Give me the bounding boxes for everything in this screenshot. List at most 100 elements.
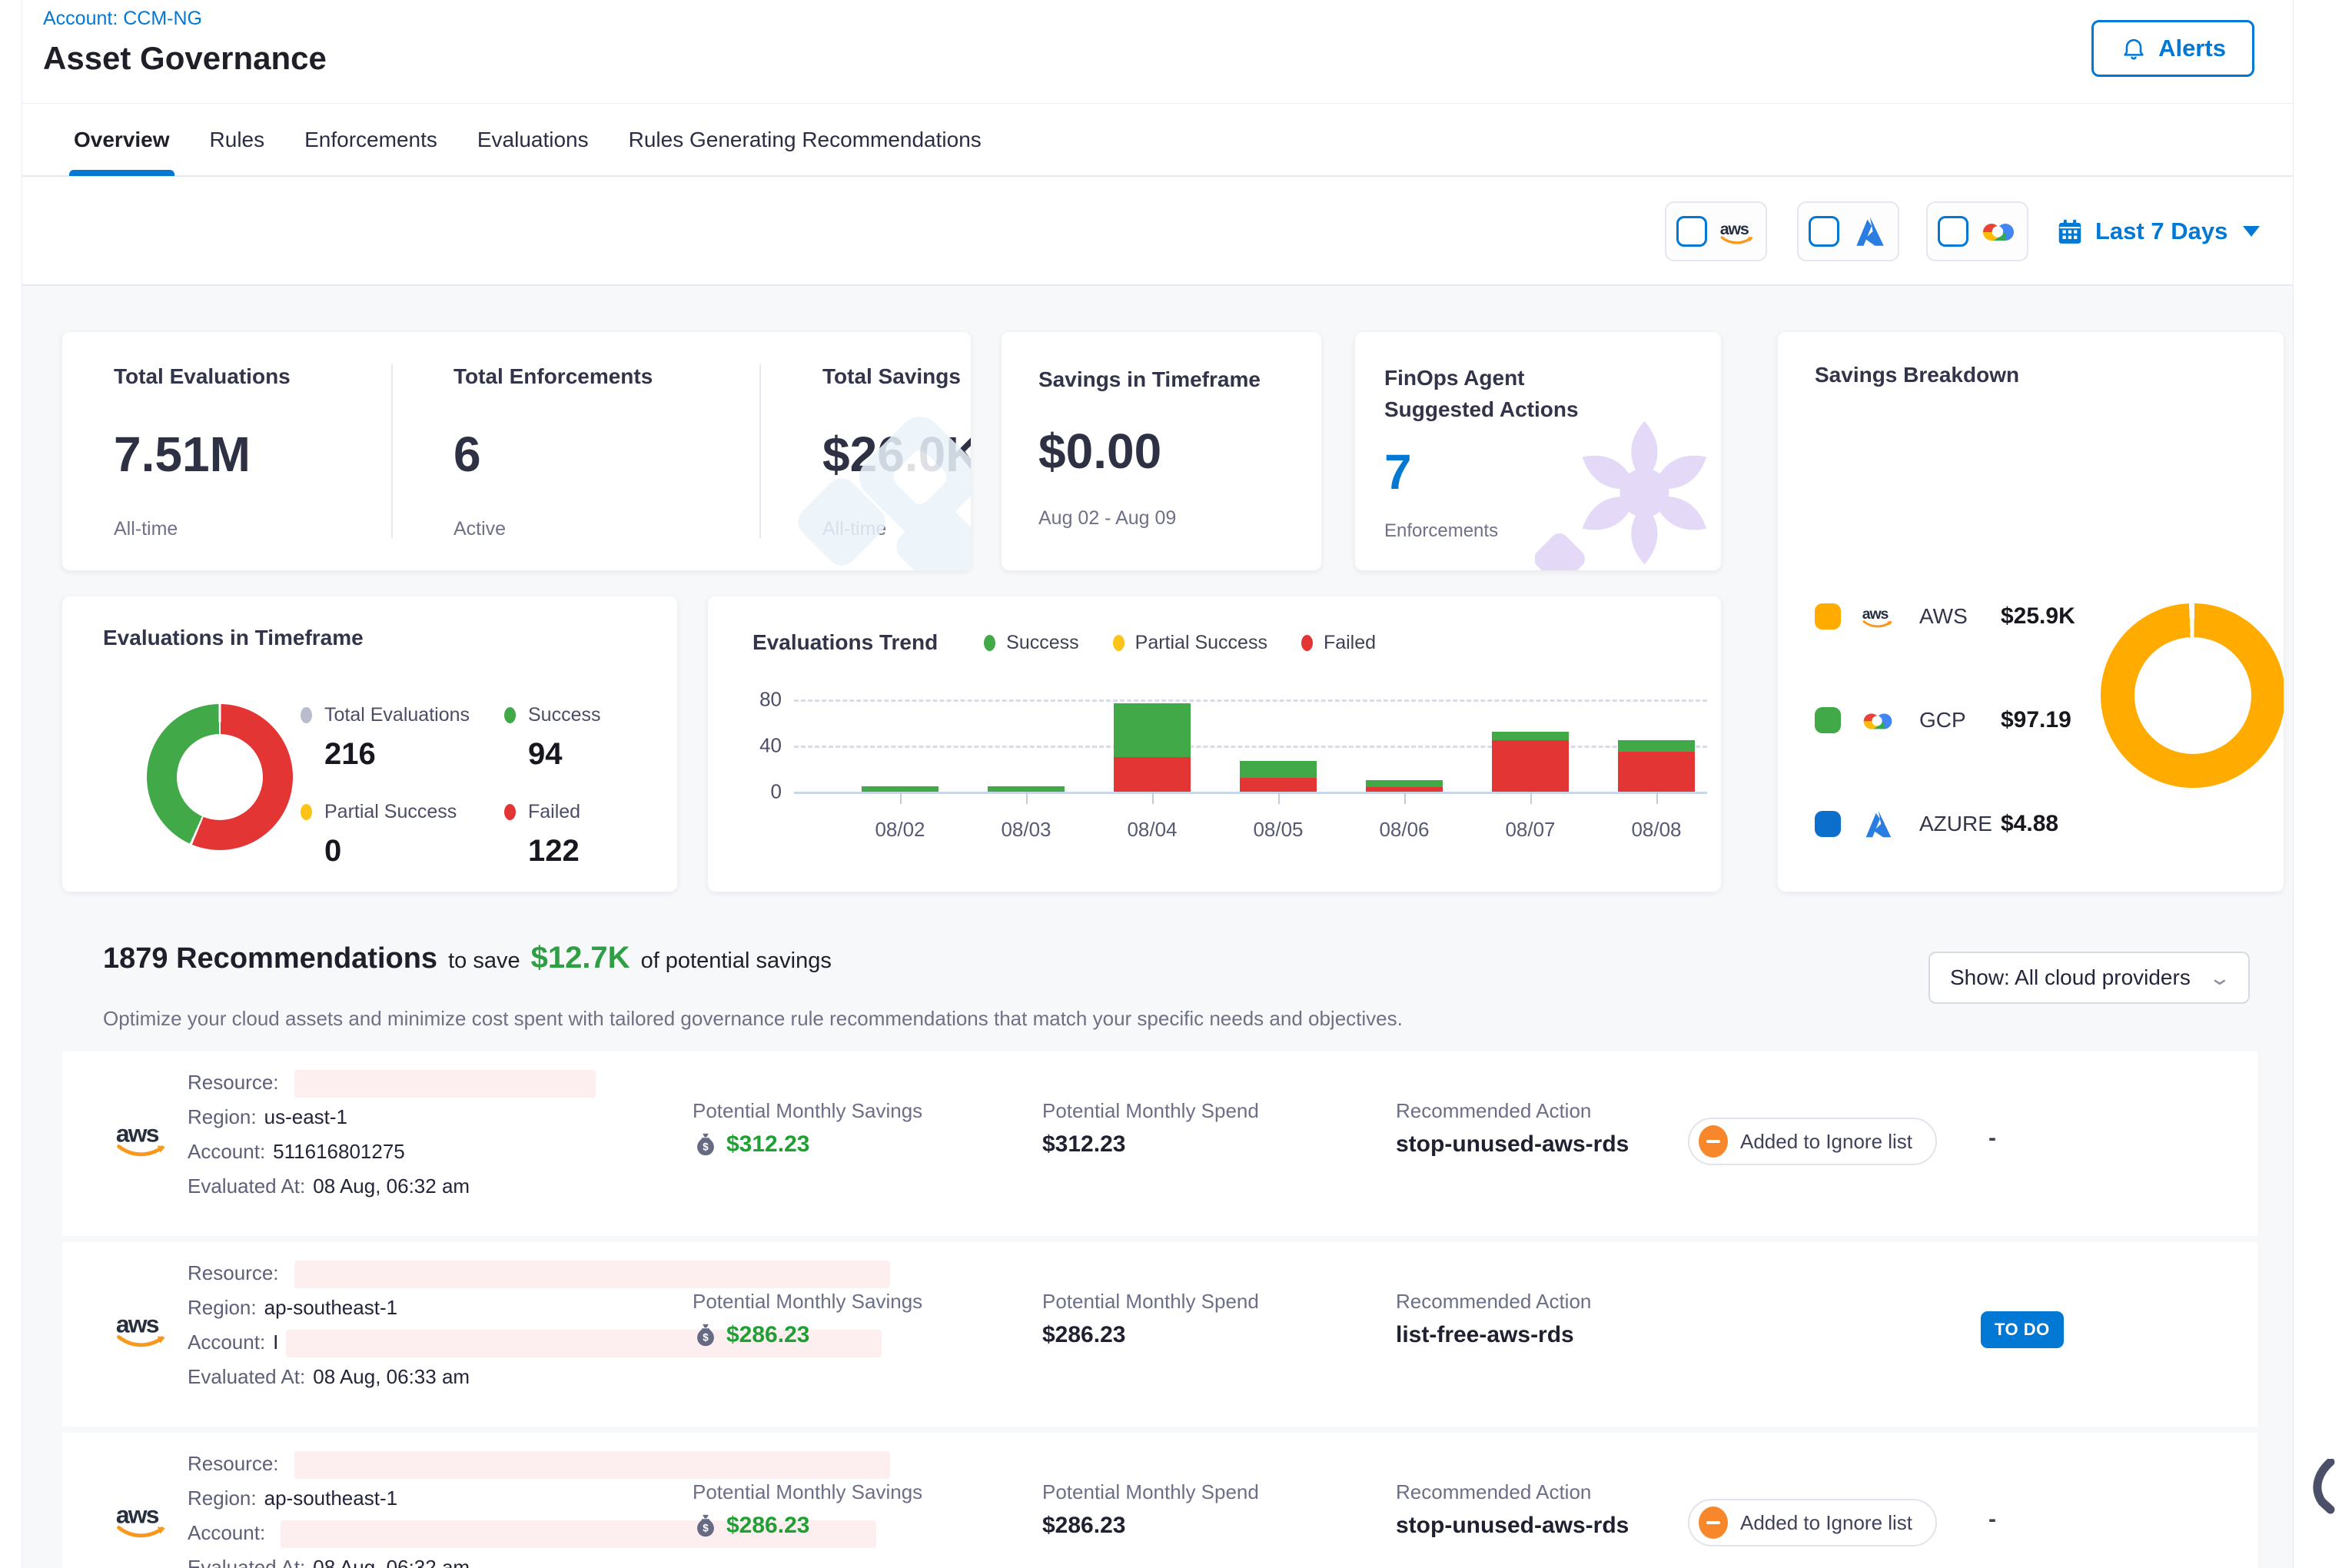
axis-baseline xyxy=(794,792,1707,794)
trend-bar-08-05 xyxy=(1240,699,1317,792)
provider-name: GCP xyxy=(1919,708,1993,733)
success-segment xyxy=(988,786,1065,792)
recommendation-row[interactable]: awsResource:Region:ap-southeast-1Account… xyxy=(62,1433,2257,1568)
recommendation-row[interactable]: awsResource:Region:us-east-1Account:5116… xyxy=(62,1051,2257,1236)
card-title: Evaluations Trend xyxy=(752,630,938,655)
evaluated-at-label: Evaluated At: xyxy=(188,1174,305,1198)
legend-label: Failed xyxy=(528,801,580,823)
tab-enforcements[interactable]: Enforcements xyxy=(304,103,437,176)
success-segment xyxy=(1366,780,1443,787)
account-breadcrumb[interactable]: Account: CCM-NG xyxy=(43,8,202,30)
stat-title: Total Evaluations xyxy=(114,364,391,389)
gcp-logo xyxy=(1979,218,2018,245)
gcp-color-swatch xyxy=(1815,707,1841,733)
recommendations-count-word: Recommendations xyxy=(176,942,437,975)
potential-monthly-savings-column-label: Potential Monthly Savings xyxy=(693,1099,922,1123)
provider-filter-gcp[interactable] xyxy=(1926,201,2028,261)
savings-breakdown-donut-chart xyxy=(2101,603,2284,788)
account-label: Account: xyxy=(188,1521,265,1544)
alerts-button-label: Alerts xyxy=(2158,35,2226,62)
evaluated-at-value: 08 Aug, 06:33 am xyxy=(313,1365,470,1388)
account-label: Account: xyxy=(188,1140,265,1163)
breakdown-row-gcp: GCP $97.19 xyxy=(1815,703,2071,737)
tab-rules-generating-recommendations[interactable]: Rules Generating Recommendations xyxy=(629,103,982,176)
azure-color-swatch xyxy=(1815,811,1841,837)
ignore-list-pill[interactable]: Added to Ignore list xyxy=(1688,1118,1937,1165)
trend-legend-success: Success xyxy=(984,632,1078,654)
legend-label: Failed xyxy=(1324,632,1376,654)
recommendations-heading: 1879 Recommendations to save $12.7K of p… xyxy=(103,941,832,975)
breakdown-row-aws: awsAWS$25.9K xyxy=(1815,600,2075,633)
azure-logo xyxy=(1856,806,1899,842)
card-title: Evaluations in Timeframe xyxy=(103,626,364,650)
recommendation-row[interactable]: awsResource:Region:ap-southeast-1Account… xyxy=(62,1242,2257,1427)
potential-monthly-spend-value: $286.23 xyxy=(1042,1322,1125,1348)
region-label: Region: xyxy=(188,1105,257,1128)
legend-label: Partial Success xyxy=(1135,632,1267,654)
provider-filter-azure[interactable] xyxy=(1797,201,1899,261)
evaluated-at-value: 08 Aug, 06:32 am xyxy=(313,1556,470,1568)
card-title: Savings Breakdown xyxy=(1815,363,2019,387)
x-axis-tick xyxy=(1026,792,1028,804)
tab-evaluations[interactable]: Evaluations xyxy=(477,103,589,176)
recommended-action-column-label: Recommended Action xyxy=(1396,1290,1591,1314)
chevron-down-icon xyxy=(2243,226,2260,237)
x-axis-tick xyxy=(1278,792,1280,804)
aws-logo: aws xyxy=(1856,605,1899,628)
provider-savings-value: $25.9K xyxy=(2001,603,2075,630)
potential-monthly-savings-column-label: Potential Monthly Savings xyxy=(693,1480,922,1504)
stat-caption: Active xyxy=(453,518,759,540)
svg-text:$: $ xyxy=(703,1141,709,1153)
aws-checkbox[interactable] xyxy=(1676,216,1707,247)
potential-monthly-spend-column-label: Potential Monthly Spend xyxy=(1042,1290,1259,1314)
evaluated-at-value: 08 Aug, 06:32 am xyxy=(313,1174,470,1198)
potential-monthly-spend-column-label: Potential Monthly Spend xyxy=(1042,1099,1259,1123)
money-bag-icon: $ xyxy=(693,1131,719,1158)
tab-overview[interactable]: Overview xyxy=(74,103,170,176)
legend-label: Total Evaluations xyxy=(324,704,470,726)
svg-text:$: $ xyxy=(703,1332,709,1344)
evaluated-at-label: Evaluated At: xyxy=(188,1556,305,1568)
provider-filter-aws[interactable]: aws xyxy=(1665,201,1767,261)
success-segment xyxy=(1114,703,1191,758)
gcp-checkbox[interactable] xyxy=(1938,216,1968,247)
failed-segment xyxy=(1114,757,1191,792)
legend-value: 122 xyxy=(528,834,677,869)
recommended-action-value: stop-unused-aws-rds xyxy=(1396,1131,1629,1158)
filter-bar: aws Last 7 Days xyxy=(22,178,2293,286)
eval-legend-failed: Failed 122 xyxy=(504,801,677,869)
money-bag-icon: $ xyxy=(693,1513,719,1539)
region-value: ap-southeast-1 xyxy=(264,1487,397,1510)
azure-checkbox[interactable] xyxy=(1809,216,1839,247)
date-range-picker[interactable]: Last 7 Days xyxy=(2055,201,2260,261)
resource-redacted-value xyxy=(294,1070,596,1098)
failed-segment xyxy=(1618,752,1695,792)
evaluations-donut-chart xyxy=(147,704,293,850)
calendar-icon xyxy=(2055,217,2085,246)
stat-total-enforcements: Total Enforcements6Active xyxy=(391,364,759,538)
x-axis-tick xyxy=(900,792,902,804)
alerts-button[interactable]: Alerts xyxy=(2091,20,2254,77)
x-axis-tick xyxy=(1656,792,1658,804)
eval-legend-success: Success94 xyxy=(504,704,677,772)
aws-logo: aws xyxy=(1718,219,1756,244)
potential-monthly-spend-column-label: Potential Monthly Spend xyxy=(1042,1480,1259,1504)
asset-governance-app: Account: CCM-NG Asset Governance Alerts … xyxy=(22,0,2294,1568)
tab-rules[interactable]: Rules xyxy=(210,103,265,176)
ignore-list-pill[interactable]: Added to Ignore list xyxy=(1688,1499,1937,1546)
finops-caption: Enforcements xyxy=(1384,520,1692,542)
diamonds-watermark-icon xyxy=(763,397,971,570)
eval-legend-total-evaluations: Total Evaluations216 xyxy=(301,704,485,772)
resource-redacted-value xyxy=(294,1261,890,1288)
stat-value: 6 xyxy=(453,426,759,483)
provider-savings-value: $97.19 xyxy=(2001,707,2071,733)
recommendations-mid-text: to save xyxy=(448,948,520,974)
partial-success-dot-icon xyxy=(301,804,312,820)
recommended-action-column-label: Recommended Action xyxy=(1396,1480,1591,1504)
partial-success-dot-icon xyxy=(1113,635,1125,651)
x-axis-tick-label: 08/05 xyxy=(1232,818,1324,842)
stat-total-evaluations: Total Evaluations7.51MAll-time xyxy=(62,364,391,538)
stat-value: 7.51M xyxy=(114,426,391,483)
cloud-provider-filter-dropdown[interactable]: Show: All cloud providers ⌄ xyxy=(1928,952,2250,1004)
account-value: 511616801275 xyxy=(273,1140,405,1163)
